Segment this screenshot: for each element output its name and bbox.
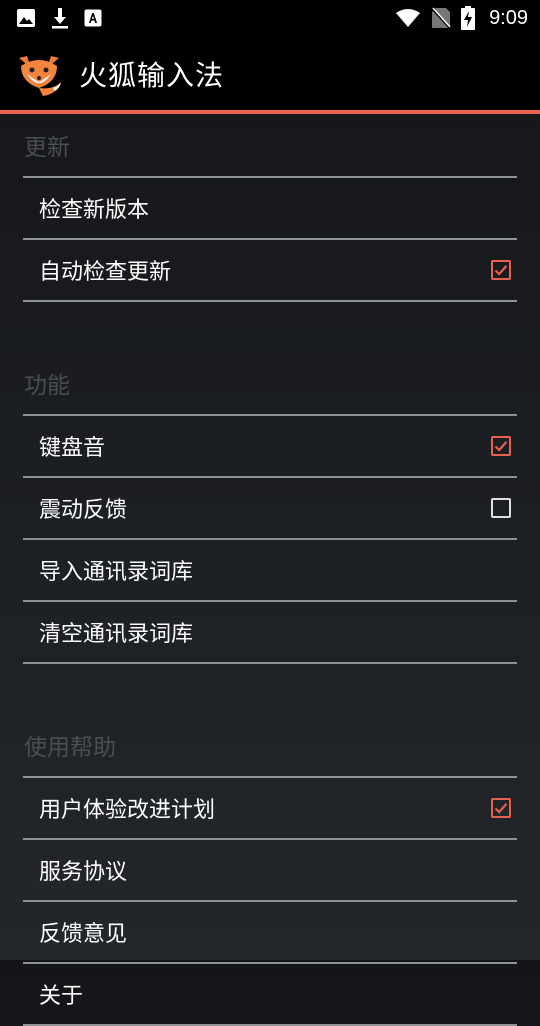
check-icon	[494, 803, 508, 814]
section-header-help: 使用帮助	[23, 714, 517, 778]
wifi-icon	[396, 9, 421, 27]
fox-logo-icon[interactable]	[13, 48, 65, 100]
download-icon	[52, 8, 68, 29]
settings-list: 更新 检查新版本 自动检查更新 功能 键盘音 震动反馈 导入通讯录词库 清空通讯…	[23, 114, 517, 1026]
app-bar: 火狐输入法	[0, 36, 540, 112]
vibration-feedback-checkbox[interactable]	[491, 498, 511, 518]
list-item-label: 服务协议	[39, 860, 128, 885]
list-item-auto-check-update[interactable]: 自动检查更新	[23, 240, 517, 302]
list-item-label: 反馈意见	[39, 922, 128, 947]
list-item-ux-improvement[interactable]: 用户体验改进计划	[23, 778, 517, 840]
list-item-label: 关于	[39, 984, 84, 1009]
list-item-import-contacts[interactable]: 导入通讯录词库	[23, 540, 517, 602]
list-item-service-agreement[interactable]: 服务协议	[23, 840, 517, 902]
status-time: 9:09	[489, 6, 528, 29]
auto-update-checkbox[interactable]	[491, 260, 511, 280]
list-item-keyboard-sound[interactable]: 键盘音	[23, 416, 517, 478]
image-icon	[17, 9, 35, 27]
list-item-clear-contacts[interactable]: 清空通讯录词库	[23, 602, 517, 664]
app-title: 火狐输入法	[79, 59, 225, 92]
list-item-label: 清空通讯录词库	[39, 622, 194, 647]
font-icon	[84, 9, 102, 27]
section-header-features: 功能	[23, 352, 517, 416]
list-item-label: 用户体验改进计划	[39, 798, 216, 823]
no-sim-icon	[431, 7, 451, 29]
battery-charging-icon	[461, 6, 476, 30]
ux-improvement-checkbox[interactable]	[491, 798, 511, 818]
list-item-about[interactable]: 关于	[23, 964, 517, 1026]
status-bar: 9:09	[0, 0, 540, 36]
list-item-label: 导入通讯录词库	[39, 560, 194, 585]
check-icon	[494, 441, 508, 452]
check-icon	[494, 265, 508, 276]
list-item-label: 键盘音	[39, 436, 106, 461]
list-item-label: 检查新版本	[39, 198, 150, 223]
list-item-check-new-version[interactable]: 检查新版本	[23, 178, 517, 240]
section-header-update: 更新	[23, 114, 517, 178]
list-item-label: 震动反馈	[39, 498, 128, 523]
keyboard-sound-checkbox[interactable]	[491, 436, 511, 456]
list-item-vibration-feedback[interactable]: 震动反馈	[23, 478, 517, 540]
list-item-feedback[interactable]: 反馈意见	[23, 902, 517, 964]
status-bar-right: 9:09	[395, 6, 528, 30]
list-item-label: 自动检查更新	[39, 260, 172, 285]
status-bar-left	[16, 6, 102, 30]
